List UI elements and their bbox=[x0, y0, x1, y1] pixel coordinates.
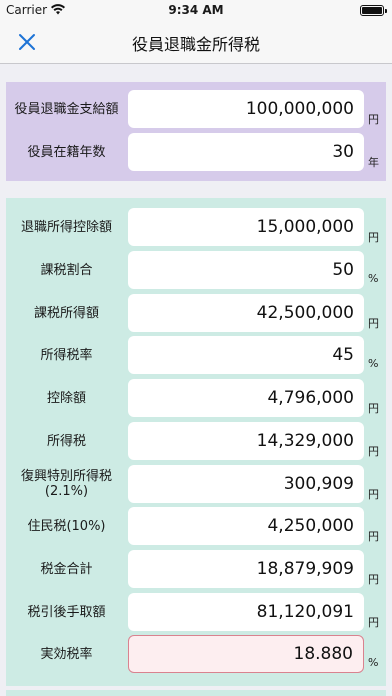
result-row: 税金合計 18,879,909 円 bbox=[6, 550, 386, 588]
result-value: 50 bbox=[128, 251, 364, 289]
effective-rate-label: 実効税率 bbox=[40, 646, 93, 662]
navigation-bar: 役員退職金所得税 bbox=[0, 20, 392, 64]
result-row: 課税割合 50 % bbox=[6, 251, 386, 289]
years-input[interactable]: 30 bbox=[128, 133, 364, 171]
results-panel: 退職所得控除額 15,000,000 円 課税割合 50 % 課税所得額 42,… bbox=[6, 198, 386, 686]
page-title: 役員退職金所得税 bbox=[131, 35, 260, 54]
result-unit: 円 bbox=[368, 530, 379, 543]
result-row: 税引後手取額 81,120,091 円 bbox=[6, 593, 386, 631]
result-row: 退職所得控除額 15,000,000 円 bbox=[6, 208, 386, 246]
result-unit: 円 bbox=[368, 317, 379, 330]
result-unit: 円 bbox=[368, 402, 379, 415]
result-row: 所得税率 45 % bbox=[6, 336, 386, 374]
result-label: 復興特別所得税 (2.1%) bbox=[20, 469, 112, 499]
payment-unit: 円 bbox=[368, 113, 379, 126]
status-time: 9:34 AM bbox=[168, 3, 224, 17]
input-row-years: 役員在籍年数 30 年 bbox=[6, 133, 386, 171]
result-value: 14,329,000 bbox=[128, 422, 364, 460]
battery-icon bbox=[360, 5, 387, 16]
result-unit: % bbox=[368, 272, 379, 285]
result-value: 45 bbox=[128, 336, 364, 374]
result-unit: 円 bbox=[368, 445, 379, 458]
result-value: 15,000,000 bbox=[128, 208, 364, 246]
result-value: 42,500,000 bbox=[128, 294, 364, 332]
input-row-payment: 役員退職金支給額 100,000,000 円 bbox=[6, 90, 386, 128]
result-label: 税金合計 bbox=[40, 561, 93, 577]
result-row: 控除額 4,796,000 円 bbox=[6, 379, 386, 417]
result-label: 課税割合 bbox=[40, 262, 93, 278]
result-value: 81,120,091 bbox=[128, 593, 364, 631]
result-label: 控除額 bbox=[46, 390, 86, 406]
result-row-effective-rate: 実効税率 18.880 % bbox=[6, 635, 386, 673]
result-unit: 円 bbox=[368, 488, 379, 501]
result-label: 住民税(10%) bbox=[27, 518, 106, 534]
result-unit: 円 bbox=[368, 231, 379, 244]
result-row: 住民税(10%) 4,250,000 円 bbox=[6, 507, 386, 545]
result-label: 退職所得控除額 bbox=[20, 219, 112, 235]
years-unit: 年 bbox=[368, 156, 379, 169]
result-unit: % bbox=[368, 357, 379, 370]
result-row: 課税所得額 42,500,000 円 bbox=[6, 294, 386, 332]
result-value: 18,879,909 bbox=[128, 550, 364, 588]
result-value: 300,909 bbox=[128, 465, 364, 503]
status-bar: Carrier 9:34 AM bbox=[0, 0, 392, 20]
payment-input[interactable]: 100,000,000 bbox=[128, 90, 364, 128]
effective-rate-unit: % bbox=[368, 656, 379, 669]
result-value: 4,250,000 bbox=[128, 507, 364, 545]
years-label: 役員在籍年数 bbox=[27, 144, 106, 160]
result-label: 税引後手取額 bbox=[27, 604, 106, 620]
result-row: 復興特別所得税 (2.1%) 300,909 円 bbox=[6, 465, 386, 503]
result-row: 所得税 14,329,000 円 bbox=[6, 422, 386, 460]
input-panel: 役員退職金支給額 100,000,000 円 役員在籍年数 30 年 bbox=[6, 82, 386, 181]
result-value: 4,796,000 bbox=[128, 379, 364, 417]
result-label: 所得税率 bbox=[40, 347, 93, 363]
result-unit: 円 bbox=[368, 616, 379, 629]
result-unit: 円 bbox=[368, 573, 379, 586]
result-label: 課税所得額 bbox=[33, 305, 99, 321]
result-label: 所得税 bbox=[46, 433, 86, 449]
effective-rate-value: 18.880 bbox=[128, 635, 364, 673]
payment-label: 役員退職金支給額 bbox=[14, 101, 119, 117]
next-panel-edge bbox=[6, 690, 386, 696]
